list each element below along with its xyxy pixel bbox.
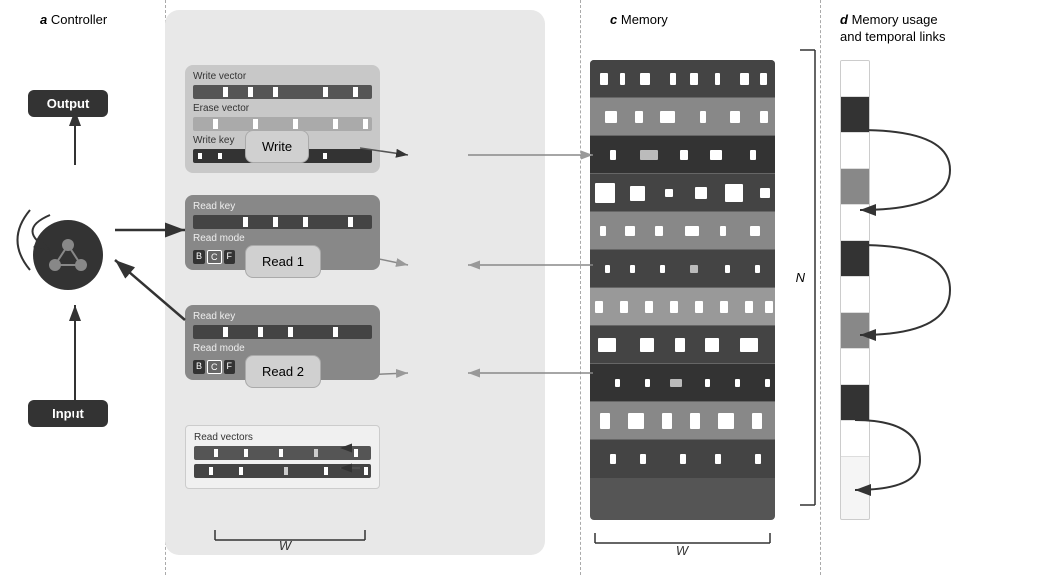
output-button: Output — [28, 90, 108, 117]
n-label: N — [796, 270, 805, 285]
controller-circle — [33, 220, 103, 290]
mode-b-2: B — [193, 360, 205, 374]
w-bracket-c: W — [590, 528, 775, 558]
self-loop-svg — [10, 200, 40, 280]
read-key-label-2: Read key — [193, 311, 372, 322]
usage-row-8 — [841, 313, 869, 349]
usage-row-1 — [841, 61, 869, 97]
panel-b-read-write-heads: Write vector Erase vector Write key — [165, 10, 545, 555]
read-mode-1: B C F — [193, 250, 235, 264]
usage-row-6 — [841, 241, 869, 277]
mode-c-1: C — [207, 250, 222, 264]
label-a: a Controller — [40, 12, 107, 27]
memory-grid — [590, 60, 775, 520]
panel-d-memory-usage — [820, 10, 1035, 555]
w-bracket-b: W — [205, 520, 375, 550]
read-mode-label-2: Read mode — [193, 343, 372, 354]
usage-row-10 — [841, 385, 869, 421]
mode-b-1: B — [193, 250, 205, 264]
memory-row-9 — [590, 364, 775, 402]
read-mode-2: B C F — [193, 360, 235, 374]
read-vectors-label: Read vectors — [194, 432, 371, 443]
read-mode-label-1: Read mode — [193, 233, 372, 244]
read1-button[interactable]: Read 1 — [245, 245, 321, 278]
memory-row-7 — [590, 288, 775, 326]
write-vector-label: Write vector — [193, 71, 372, 82]
read-key-bar-1 — [193, 215, 372, 229]
memory-row-2 — [590, 98, 775, 136]
mode-c-2: C — [207, 360, 222, 374]
memory-row-4 — [590, 174, 775, 212]
panel-a-controller: Output Input — [10, 30, 160, 540]
usage-row-9 — [841, 349, 869, 385]
memory-row-1 — [590, 60, 775, 98]
write-vector-bar — [193, 85, 372, 99]
panel-c-memory: W N — [580, 10, 800, 555]
controller-icon — [43, 230, 93, 280]
mode-f-2: F — [224, 360, 236, 374]
usage-row-11 — [841, 421, 869, 457]
erase-vector-bar — [193, 117, 372, 131]
write-button[interactable]: Write — [245, 130, 309, 163]
memory-row-10 — [590, 402, 775, 440]
w-label-b: W — [205, 520, 375, 553]
read-vector-bar-1 — [194, 446, 371, 460]
read2-button[interactable]: Read 2 — [245, 355, 321, 388]
usage-row-2 — [841, 97, 869, 133]
read-vector-bar-2 — [194, 464, 371, 478]
memory-row-8 — [590, 326, 775, 364]
memory-row-6 — [590, 250, 775, 288]
usage-row-3 — [841, 133, 869, 169]
usage-row-5 — [841, 205, 869, 241]
usage-column — [840, 60, 870, 520]
memory-row-11 — [590, 440, 775, 478]
diagram-container: a Controller b Read and write heads c Me… — [0, 0, 1044, 575]
read-vectors-box: Read vectors — [185, 425, 380, 489]
read-key-label-1: Read key — [193, 201, 372, 212]
svg-text:W: W — [676, 543, 690, 558]
read-key-bar-2 — [193, 325, 372, 339]
memory-row-5 — [590, 212, 775, 250]
svg-text:W: W — [279, 538, 293, 550]
mode-f-1: F — [224, 250, 236, 264]
erase-vector-label: Erase vector — [193, 103, 372, 114]
usage-row-4 — [841, 169, 869, 205]
memory-row-3 — [590, 136, 775, 174]
usage-row-7 — [841, 277, 869, 313]
input-button: Input — [28, 400, 108, 427]
